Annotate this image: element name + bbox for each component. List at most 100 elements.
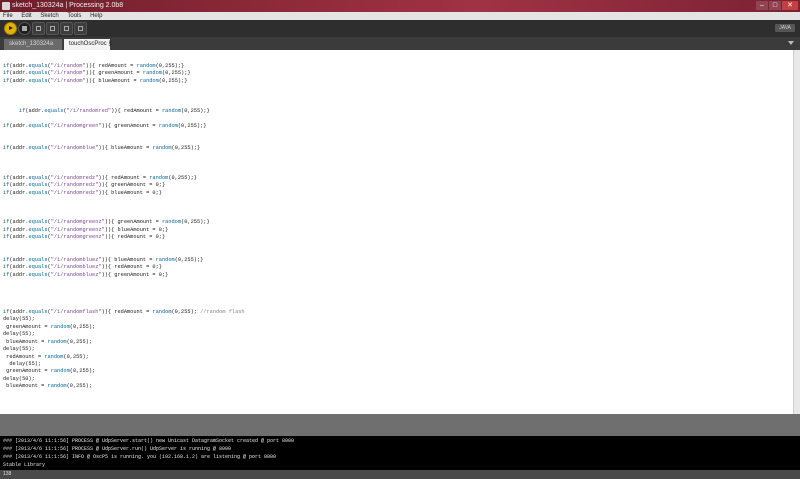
- tab-bar: sketch_130324a touchOscProc §: [0, 37, 800, 50]
- code-token: (0,255);}: [174, 256, 204, 263]
- code-line: delay(55);: [3, 331, 35, 338]
- code-token: random: [47, 338, 67, 345]
- menu-help[interactable]: Help: [90, 12, 102, 20]
- code-token: "/1/randombluez": [50, 271, 102, 278]
- code-token: "/1/randomredz": [50, 189, 99, 196]
- code-editor[interactable]: if(addr.equals("/1/random")){ redAmount …: [0, 50, 793, 414]
- code-line: blueAmount = random(0,255);: [3, 383, 92, 390]
- code-token: equals: [28, 77, 48, 84]
- code-line: greenAmount = random(0,255);: [3, 368, 95, 375]
- code-token: equals: [28, 256, 48, 263]
- code-token: random: [152, 144, 172, 151]
- code-token: (0,255);}: [161, 70, 191, 77]
- menu-edit[interactable]: Edit: [21, 12, 31, 20]
- code-token: random: [142, 70, 162, 77]
- console-line: ### [2013/4/6 11:1:56] PROCESS @ UdpServ…: [3, 438, 295, 444]
- code-token: "/1/randombluez": [50, 256, 102, 263]
- console-line: Stable Library: [3, 462, 46, 468]
- code-line: delay(50);: [3, 376, 35, 383]
- code-line: if(addr.equals("/1/random")){ greenAmoun…: [3, 70, 191, 77]
- code-line: if(addr.equals("/1/randomgreenz")){ blue…: [3, 227, 168, 234]
- run-button[interactable]: [4, 22, 17, 35]
- code-line: redAmount = random(0,255);: [3, 354, 89, 361]
- code-token: "/1/randombluez": [50, 264, 102, 271]
- code-line: delay(55);: [3, 346, 35, 353]
- menu-file[interactable]: File: [3, 12, 13, 20]
- code-token: delay(55);: [3, 316, 35, 323]
- code-token: (addr.: [9, 234, 29, 241]
- code-token: (addr.: [9, 271, 29, 278]
- code-token: "/1/randomflash": [50, 308, 102, 315]
- maximize-button[interactable]: □: [769, 1, 781, 10]
- code-line: if(addr.equals("/1/randomredz")){ blueAm…: [3, 190, 162, 197]
- code-token: blueAmount =: [3, 383, 48, 390]
- mode-selector[interactable]: JAVA: [775, 24, 795, 32]
- code-token: (0,255);: [63, 353, 89, 360]
- window-controls: – □ ✕: [756, 1, 798, 11]
- code-token: (addr.: [9, 256, 29, 263]
- code-token: )){ blueAmount = 0;}: [104, 226, 169, 233]
- close-button[interactable]: ✕: [782, 1, 798, 10]
- code-token: (addr.: [9, 122, 29, 129]
- code-token: )){ redAmount =: [101, 308, 153, 315]
- tab-menu-arrow-icon[interactable]: [788, 41, 794, 45]
- code-token: random: [152, 308, 172, 315]
- code-token: equals: [28, 189, 48, 196]
- code-token: equals: [28, 264, 48, 271]
- code-token: )){ redAmount =: [85, 63, 137, 69]
- code-token: random: [158, 122, 178, 129]
- stop-button[interactable]: [18, 22, 31, 35]
- save-sketch-button[interactable]: [60, 22, 73, 35]
- code-token: (addr.: [9, 144, 29, 151]
- code-line: if(addr.equals("/1/randombluez")){ redAm…: [3, 264, 162, 271]
- new-sketch-button[interactable]: [32, 22, 45, 35]
- menu-sketch[interactable]: Sketch: [40, 12, 58, 20]
- code-token: (0,255);}: [158, 77, 188, 84]
- code-line: delay(55);: [3, 316, 35, 323]
- menu-bar: File Edit Sketch Tools Help: [0, 12, 800, 20]
- code-token: random: [149, 174, 169, 181]
- code-token: )){ blueAmount =: [98, 144, 153, 151]
- code-token: random: [50, 323, 70, 330]
- code-token: )){ blueAmount =: [101, 256, 156, 263]
- minimize-button[interactable]: –: [756, 1, 768, 10]
- code-line: if(addr.equals("/1/randomredz")){ greenA…: [3, 182, 165, 189]
- tab-touchoscproc[interactable]: touchOscProc §: [64, 39, 112, 50]
- code-line: if(addr.equals("/1/randomgreenz")){ gree…: [3, 219, 210, 226]
- code-token: delay(55);: [3, 346, 35, 353]
- code-token: (0,255);: [69, 368, 96, 375]
- line-number: 138: [3, 471, 12, 477]
- export-button[interactable]: [74, 22, 87, 35]
- code-token: equals: [28, 182, 48, 189]
- code-token: random: [139, 77, 159, 84]
- code-token: (addr.: [9, 308, 29, 315]
- code-token: equals: [28, 122, 48, 129]
- code-token: equals: [28, 219, 48, 226]
- open-sketch-button[interactable]: [46, 22, 59, 35]
- code-token: equals: [28, 144, 48, 151]
- code-token: equals: [28, 234, 48, 241]
- code-token: )){ redAmount = 0;}: [104, 234, 166, 241]
- code-line: if(addr.equals("/1/randomred")){ redAmou…: [3, 108, 210, 115]
- code-token: (0,255);: [66, 338, 93, 345]
- code-token: )){ greenAmount = 0;}: [98, 182, 166, 189]
- code-token: )){ blueAmount = 0;}: [98, 189, 162, 196]
- code-token: random: [161, 107, 182, 114]
- menu-tools[interactable]: Tools: [67, 12, 81, 20]
- code-token: delay(50);: [3, 375, 35, 382]
- tab-sketch-130324a[interactable]: sketch_130324a: [4, 39, 62, 50]
- code-token: redAmount =: [3, 353, 45, 360]
- editor-scrollbar[interactable]: [793, 50, 800, 414]
- code-token: equals: [28, 271, 48, 278]
- status-bar: [0, 414, 800, 436]
- toolbar: JAVA: [0, 20, 800, 37]
- code-token: random: [155, 256, 175, 263]
- code-token: equals: [28, 70, 48, 77]
- code-token: (addr.: [25, 107, 45, 114]
- code-token: "/1/random": [50, 63, 86, 69]
- code-token: (addr.: [9, 226, 29, 233]
- code-token: (0,255);: [69, 323, 96, 330]
- code-token: (addr.: [9, 264, 29, 271]
- code-line: blueAmount = random(0,255);: [3, 339, 92, 346]
- code-token: )){ blueAmount =: [85, 77, 140, 84]
